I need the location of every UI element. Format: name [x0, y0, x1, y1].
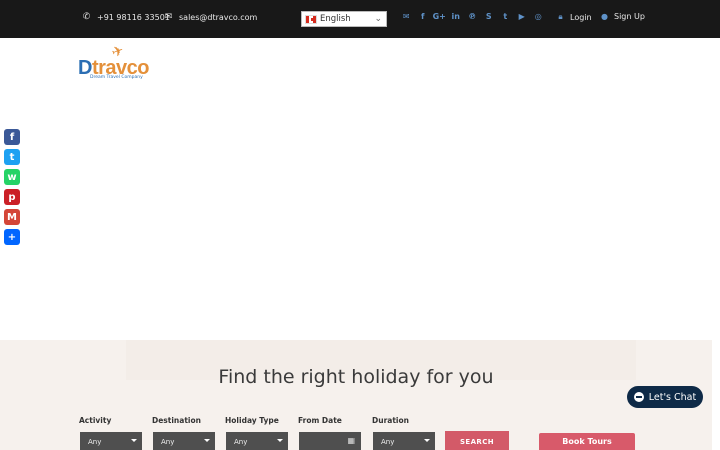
user-icon: ●: [601, 12, 608, 21]
linkedin-icon[interactable]: in: [448, 12, 465, 21]
signup-label: Sign Up: [614, 12, 645, 21]
logo-tagline: Dream Travel Company: [90, 75, 143, 80]
facebook-share-icon[interactable]: f: [4, 129, 20, 145]
login-link[interactable]: 🔒︎ Login: [556, 12, 592, 22]
signup-link[interactable]: ● Sign Up: [600, 12, 645, 21]
top-bar: ✆ +91 98116 33501 ✉ sales@dtravco.com En…: [0, 0, 720, 38]
search-button[interactable]: SEARCH: [445, 431, 509, 450]
destination-label: Destination: [152, 416, 201, 425]
whatsapp-share-icon[interactable]: w: [4, 169, 20, 185]
phone-contact[interactable]: ✆ +91 98116 33501: [82, 12, 170, 22]
google-plus-icon[interactable]: G+: [431, 12, 448, 21]
duration-select[interactable]: Any: [373, 432, 435, 450]
phone-icon: ✆: [82, 12, 91, 22]
duration-label: Duration: [372, 416, 409, 425]
activity-value: Any: [88, 438, 102, 446]
caret-down-icon: [204, 439, 210, 442]
language-select[interactable]: English ⌄: [301, 11, 387, 27]
envelope-icon[interactable]: ✉: [398, 12, 415, 21]
holiday-search-section: Find the right holiday for you Activity …: [0, 340, 712, 450]
destination-value: Any: [161, 438, 175, 446]
chat-button[interactable]: Let's Chat: [627, 386, 703, 408]
language-label: English: [320, 14, 351, 24]
from-date-input[interactable]: ▦: [299, 432, 361, 450]
book-tours-button[interactable]: Book Tours: [539, 433, 635, 450]
caret-down-icon: [424, 439, 430, 442]
search-heading: Find the right holiday for you: [218, 366, 494, 388]
caret-down-icon: [277, 439, 283, 442]
social-links: ✉ f G+ in ℗ S t ▶ ◎: [398, 12, 547, 21]
instagram-icon[interactable]: ◎: [530, 12, 547, 21]
email-address: sales@dtravco.com: [179, 12, 258, 22]
holiday-type-value: Any: [234, 438, 248, 446]
pinterest-icon[interactable]: ℗: [464, 12, 481, 21]
canada-flag-icon: [305, 14, 317, 24]
calendar-icon: ▦: [347, 436, 355, 445]
gmail-share-icon[interactable]: M: [4, 209, 20, 225]
chat-bubble-icon: [633, 392, 644, 402]
youtube-icon[interactable]: ▶: [514, 12, 531, 21]
envelope-icon: ✉: [164, 12, 173, 22]
activity-label: Activity: [79, 416, 112, 425]
pinterest-share-icon[interactable]: p: [4, 189, 20, 205]
chat-label: Let's Chat: [648, 391, 697, 403]
site-logo[interactable]: ✈ Dtravco Dream Travel Company: [78, 42, 158, 84]
email-contact[interactable]: ✉ sales@dtravco.com: [164, 12, 258, 22]
lock-icon: 🔒︎: [558, 12, 563, 21]
skype-icon[interactable]: S: [481, 12, 498, 21]
duration-value: Any: [381, 438, 395, 446]
share-more-icon[interactable]: +: [4, 229, 20, 245]
caret-down-icon: [131, 439, 137, 442]
twitter-share-icon[interactable]: t: [4, 149, 20, 165]
facebook-icon[interactable]: f: [415, 12, 432, 21]
from-date-label: From Date: [298, 416, 342, 425]
activity-select[interactable]: Any: [80, 432, 142, 450]
chevron-down-icon: ⌄: [374, 14, 382, 24]
share-rail: f t w p M +: [4, 129, 20, 249]
phone-number: +91 98116 33501: [97, 12, 170, 22]
twitter-icon[interactable]: t: [497, 12, 514, 21]
login-label: Login: [570, 12, 592, 22]
destination-select[interactable]: Any: [153, 432, 215, 450]
holiday-type-select[interactable]: Any: [226, 432, 288, 450]
holiday-type-label: Holiday Type: [225, 416, 279, 425]
